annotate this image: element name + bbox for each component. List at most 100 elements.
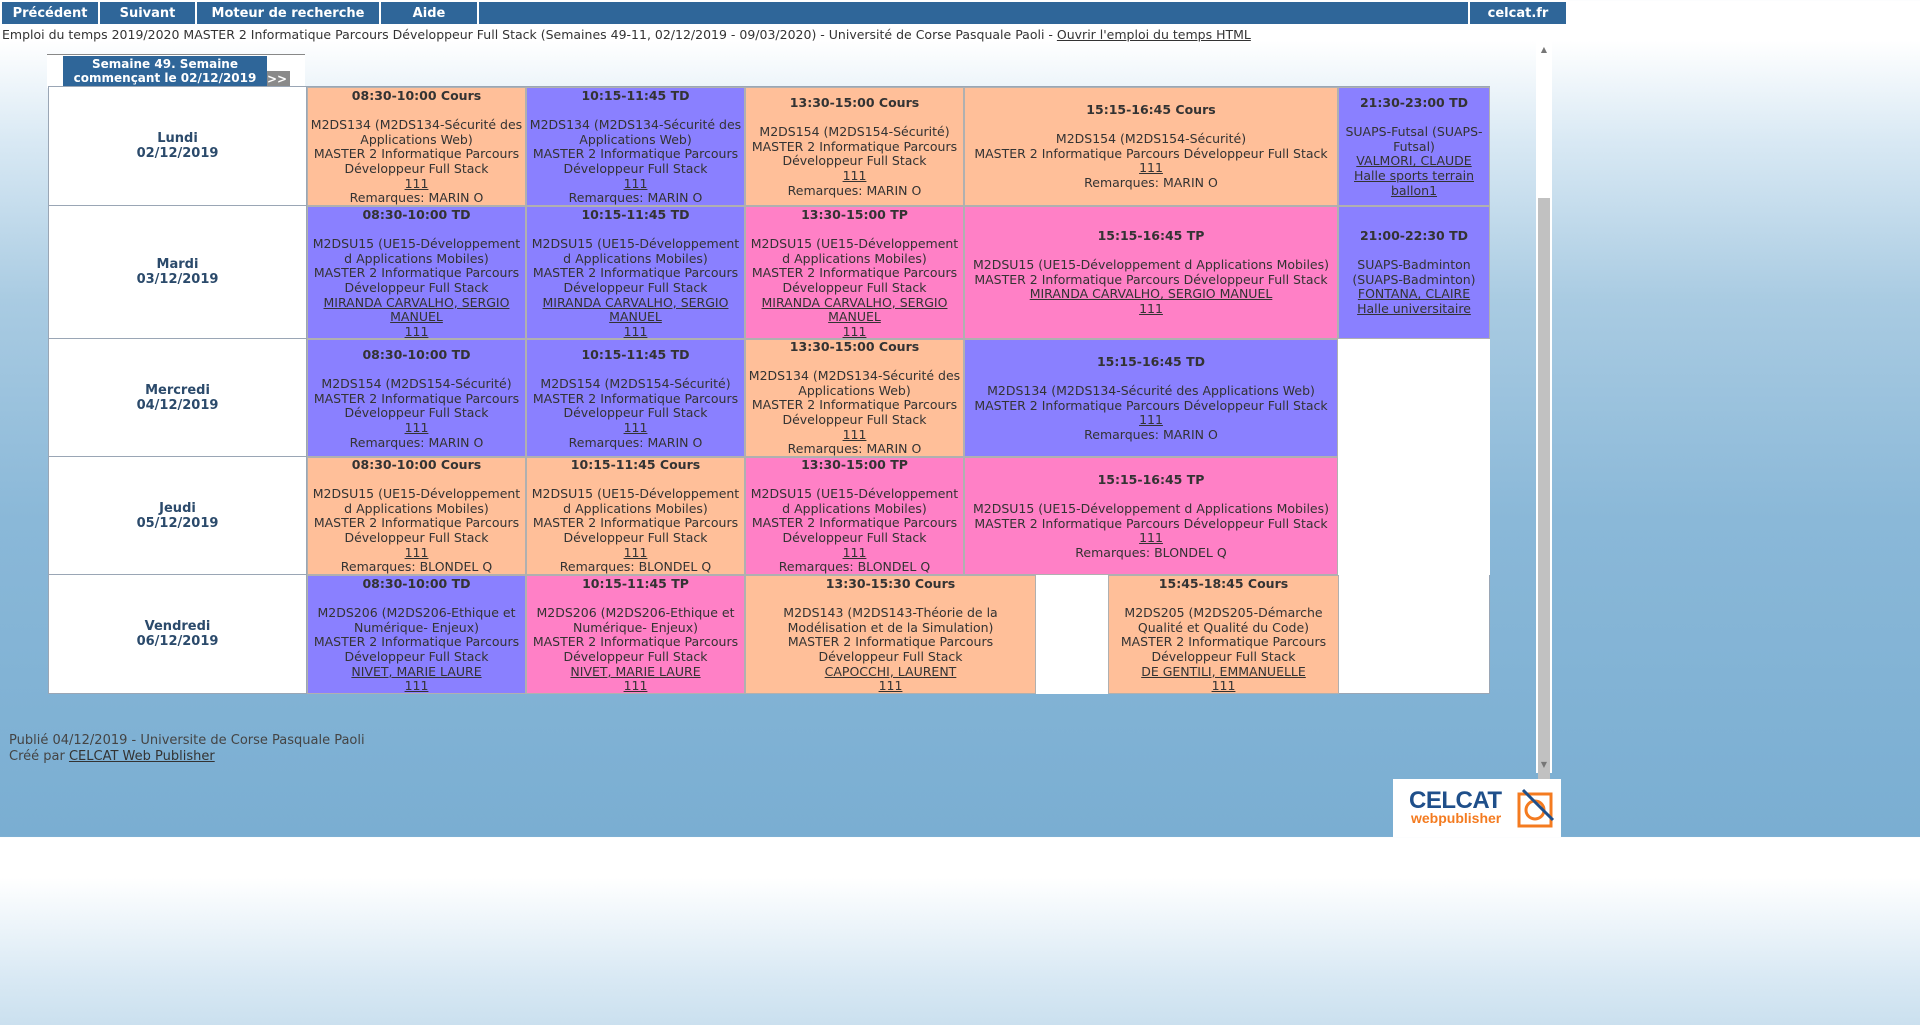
event-cell[interactable]: 15:15-16:45 TP M2DSU15 (UE15-Développemen… bbox=[964, 457, 1338, 575]
event-time: 21:00-22:30 TD bbox=[1359, 228, 1469, 243]
vertical-scrollbar[interactable]: ▲ ▼ bbox=[1536, 40, 1552, 793]
search-engine-button[interactable]: Moteur de recherche bbox=[197, 2, 379, 24]
event-cell[interactable]: 13:30-15:00 Cours M2DS154 (M2DS154-Sécuri… bbox=[745, 87, 964, 206]
event-cell[interactable]: 15:15-16:45 Cours M2DS154 (M2DS154-Sécuri… bbox=[964, 87, 1338, 206]
event-cell[interactable]: 10:15-11:45 TP M2DS206 (M2DS206-Ethique e… bbox=[526, 575, 745, 694]
event-cell[interactable]: 08:30-10:00 TD M2DSU15 (UE15-Développemen… bbox=[307, 206, 526, 339]
event-room-link[interactable]: 111 bbox=[747, 427, 962, 443]
event-time: 08:30-10:00 Cours bbox=[351, 457, 482, 472]
day-cell-mercredi: Mercredi 04/12/2019 bbox=[49, 339, 307, 457]
day-name: Vendredi bbox=[144, 619, 211, 634]
open-html-timetable-link[interactable]: Ouvrir l'emploi du temps HTML bbox=[1057, 27, 1251, 42]
event-room-link[interactable]: 111 bbox=[528, 176, 743, 192]
event-room-link[interactable]: 111 bbox=[966, 161, 1336, 176]
next-week-button[interactable]: >> bbox=[264, 71, 290, 86]
celcat-logo: CELCAT webpublisher bbox=[1393, 779, 1561, 837]
event-room-link[interactable]: 111 bbox=[747, 324, 962, 338]
event-cell[interactable]: 21:00-22:30 TD SUAPS-Badminton (SUAPS-Bad… bbox=[1338, 206, 1490, 339]
event-cell[interactable]: 08:30-10:00 TD M2DS154 (M2DS154-Sécurité)… bbox=[307, 339, 526, 457]
celcat-web-publisher-link[interactable]: CELCAT Web Publisher bbox=[69, 749, 215, 764]
day-date: 04/12/2019 bbox=[136, 397, 219, 413]
event-staff-link[interactable]: MIRANDA CARVALHO, SERGIO MANUEL bbox=[309, 295, 524, 325]
day-name: Mardi bbox=[156, 257, 199, 272]
help-button[interactable]: Aide bbox=[381, 2, 477, 24]
event-time: 10:15-11:45 TD bbox=[581, 88, 690, 103]
event-staff-link[interactable]: VALMORI, CLAUDE bbox=[1340, 154, 1488, 169]
event-room-link[interactable]: 111 bbox=[309, 545, 524, 561]
event-staff-link[interactable]: FONTANA, CLAIRE bbox=[1340, 287, 1488, 302]
event-cell[interactable]: 10:15-11:45 TD M2DS134 (M2DS134-Sécurité … bbox=[526, 87, 745, 206]
event-time: 10:15-11:45 TD bbox=[581, 207, 690, 222]
event-cell[interactable]: 10:15-11:45 Cours M2DSU15 (UE15-Développe… bbox=[526, 457, 745, 575]
event-cell[interactable]: 13:30-15:30 Cours M2DS143 (M2DS143-Théori… bbox=[745, 575, 1036, 694]
event-room-link[interactable]: 111 bbox=[966, 413, 1336, 428]
event-cell[interactable]: 15:15-16:45 TP M2DSU15 (UE15-Développemen… bbox=[964, 206, 1338, 339]
event-course: M2DS134 (M2DS134-Sécurité des Applicatio… bbox=[748, 368, 961, 398]
event-cell[interactable]: 15:45-18:45 Cours M2DS205 (M2DS205-Démarc… bbox=[1108, 575, 1339, 694]
event-room-link[interactable]: Halle sports terrain ballon1 bbox=[1340, 168, 1488, 198]
event-room-link[interactable]: 111 bbox=[747, 679, 1034, 693]
event-room-link[interactable]: 111 bbox=[309, 420, 524, 436]
event-content: 13:30-15:30 Cours M2DS143 (M2DS143-Théori… bbox=[747, 576, 1034, 693]
event-staff-link[interactable]: CAPOCCHI, LAURENT bbox=[747, 664, 1034, 680]
event-remarks: Remarques: BLONDEL Q bbox=[559, 559, 712, 575]
event-content: 21:30-23:00 TD SUAPS-Futsal (SUAPS-Futsal… bbox=[1340, 88, 1488, 198]
event-cell[interactable]: 21:30-23:00 TD SUAPS-Futsal (SUAPS-Futsal… bbox=[1338, 87, 1490, 206]
event-course: M2DS134 (M2DS134-Sécurité des Applicatio… bbox=[310, 117, 523, 147]
celcat-site-link[interactable]: celcat.fr bbox=[1470, 2, 1566, 24]
event-room-link[interactable]: 111 bbox=[309, 679, 524, 693]
empty-slot bbox=[1036, 575, 1108, 694]
event-course: M2DS206 (M2DS206-Ethique et Numérique- E… bbox=[536, 605, 735, 635]
empty-slot bbox=[1338, 457, 1490, 575]
event-staff-link[interactable]: MIRANDA CARVALHO, SERGIO MANUEL bbox=[966, 287, 1336, 302]
scroll-down-arrow-icon[interactable]: ▼ bbox=[1536, 757, 1552, 771]
event-time: 21:30-23:00 TD bbox=[1359, 95, 1469, 110]
scrollbar-thumb[interactable] bbox=[1538, 198, 1550, 793]
top-toolbar: Précédent Suivant Moteur de recherche Ai… bbox=[0, 0, 1568, 26]
next-button[interactable]: Suivant bbox=[100, 2, 195, 24]
event-room-link[interactable]: 111 bbox=[966, 301, 1336, 317]
event-staff-link[interactable]: NIVET, MARIE LAURE bbox=[309, 664, 524, 680]
event-staff-link[interactable]: MIRANDA CARVALHO, SERGIO MANUEL bbox=[747, 295, 962, 325]
event-room-link[interactable]: 111 bbox=[747, 168, 962, 184]
event-time: 10:15-11:45 TD bbox=[581, 347, 690, 362]
event-content: 08:30-10:00 Cours M2DS134 (M2DS134-Sécuri… bbox=[309, 88, 524, 205]
event-room-link[interactable]: 111 bbox=[528, 545, 743, 561]
event-staff-link[interactable]: NIVET, MARIE LAURE bbox=[528, 664, 743, 680]
created-by-text: Créé par CELCAT Web Publisher bbox=[9, 749, 365, 765]
event-staff-link[interactable]: MIRANDA CARVALHO, SERGIO MANUEL bbox=[528, 295, 743, 325]
event-group: MASTER 2 Informatique Parcours Développe… bbox=[313, 515, 520, 545]
event-content: 13:30-15:00 Cours M2DS154 (M2DS154-Sécuri… bbox=[747, 88, 962, 198]
event-remarks: Remarques: MARIN O bbox=[787, 182, 922, 198]
event-cell[interactable]: 08:30-10:00 Cours M2DSU15 (UE15-Développe… bbox=[307, 457, 526, 575]
event-time: 13:30-15:00 Cours bbox=[789, 95, 920, 110]
event-content: 08:30-10:00 TD M2DS206 (M2DS206-Ethique e… bbox=[309, 576, 524, 693]
scroll-up-arrow-icon[interactable]: ▲ bbox=[1536, 42, 1552, 56]
event-cell[interactable]: 10:15-11:45 TD M2DSU15 (UE15-Développemen… bbox=[526, 206, 745, 339]
event-cell[interactable]: 13:30-15:00 TP M2DSU15 (UE15-Développemen… bbox=[745, 206, 964, 339]
day-date: 06/12/2019 bbox=[136, 634, 219, 649]
event-staff-link[interactable]: DE GENTILI, EMMANUELLE bbox=[1110, 664, 1337, 680]
event-room-link[interactable]: 111 bbox=[747, 545, 962, 561]
previous-button[interactable]: Précédent bbox=[2, 2, 98, 24]
event-course: M2DSU15 (UE15-Développement d Applicatio… bbox=[750, 236, 959, 266]
event-room-link[interactable]: 111 bbox=[528, 420, 743, 436]
event-room-link[interactable]: 111 bbox=[966, 531, 1336, 546]
event-cell[interactable]: 08:30-10:00 TD M2DS206 (M2DS206-Ethique e… bbox=[307, 575, 526, 694]
event-remarks: Remarques: MARIN O bbox=[787, 441, 922, 457]
event-room-link[interactable]: 111 bbox=[528, 679, 743, 693]
event-room-link[interactable]: 111 bbox=[528, 324, 743, 338]
event-course: M2DSU15 (UE15-Développement d Applicatio… bbox=[312, 236, 521, 266]
event-room-link[interactable]: 111 bbox=[309, 176, 524, 192]
event-room-link[interactable]: Halle universitaire bbox=[1340, 301, 1488, 317]
event-time: 15:15-16:45 Cours bbox=[1086, 102, 1216, 117]
event-room-link[interactable]: 111 bbox=[309, 324, 524, 338]
event-room-link[interactable]: 111 bbox=[1110, 679, 1337, 693]
event-course: M2DS206 (M2DS206-Ethique et Numérique- E… bbox=[317, 605, 516, 635]
event-cell[interactable]: 13:30-15:00 Cours M2DS134 (M2DS134-Sécuri… bbox=[745, 339, 964, 457]
event-group: MASTER 2 Informatique Parcours Développe… bbox=[313, 265, 520, 295]
event-cell[interactable]: 08:30-10:00 Cours M2DS134 (M2DS134-Sécuri… bbox=[307, 87, 526, 206]
event-cell[interactable]: 10:15-11:45 TD M2DS154 (M2DS154-Sécurité)… bbox=[526, 339, 745, 457]
event-cell[interactable]: 15:15-16:45 TD M2DS134 (M2DS134-Sécurité … bbox=[964, 339, 1338, 457]
event-cell[interactable]: 13:30-15:00 TP M2DSU15 (UE15-Développemen… bbox=[745, 457, 964, 575]
